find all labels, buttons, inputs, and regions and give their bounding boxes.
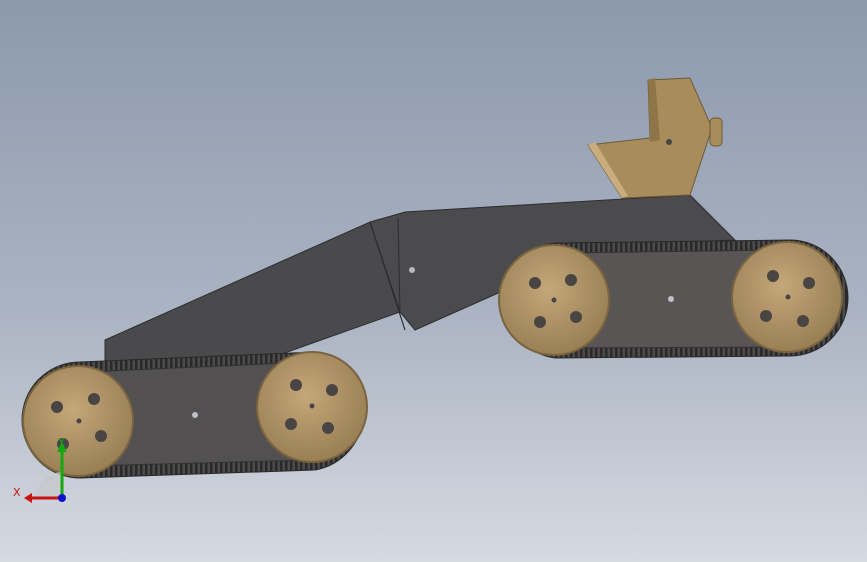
camera-bracket-icon xyxy=(587,77,723,199)
x-axis-label: X xyxy=(13,486,21,499)
wheel-rear-left xyxy=(22,365,134,477)
robot-model: X Y xyxy=(13,77,849,503)
y-axis-label: Y xyxy=(57,436,65,449)
wheel-front-left xyxy=(498,244,610,356)
wheel-front-right xyxy=(731,241,843,353)
wheel-rear-right xyxy=(256,351,368,463)
cad-viewport[interactable]: X Y xyxy=(0,0,867,562)
